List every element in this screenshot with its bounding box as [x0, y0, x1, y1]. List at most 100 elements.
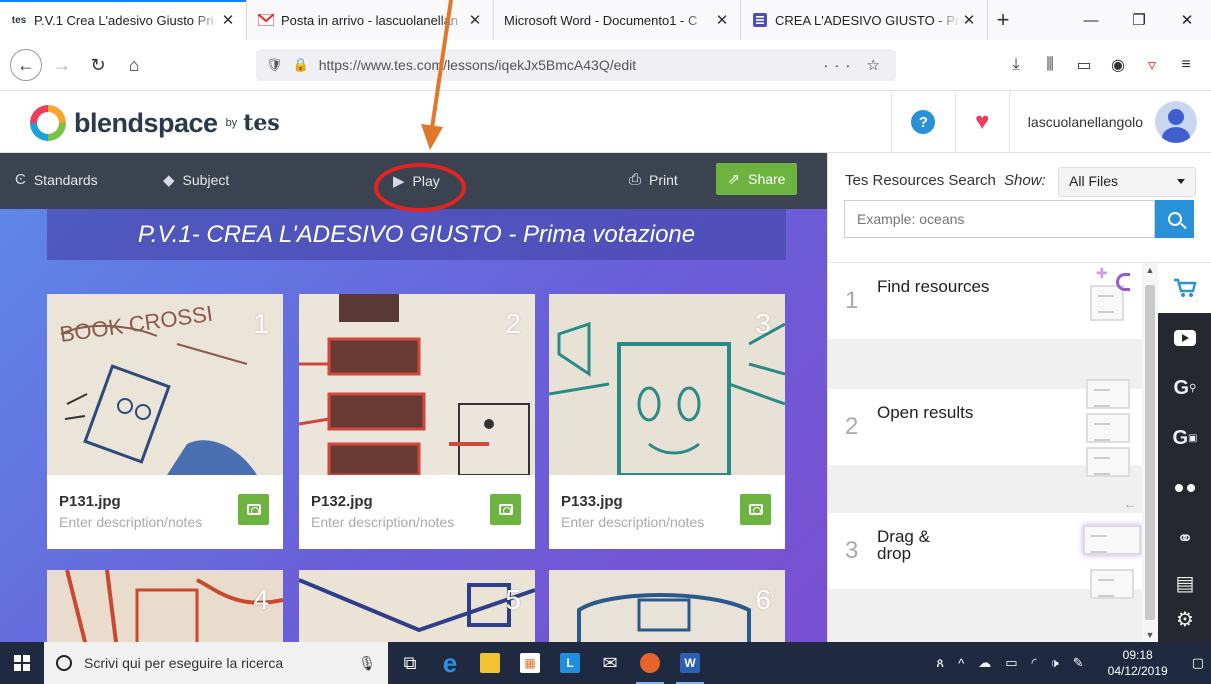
reload-icon[interactable]: ↻: [82, 49, 114, 81]
menu-icon[interactable]: ≡: [1169, 56, 1203, 74]
tile-description-input[interactable]: Enter description/notes: [59, 514, 202, 530]
camera-button[interactable]: [490, 494, 521, 525]
tes-favicon: tes: [11, 14, 27, 26]
page-actions-icon[interactable]: ··· ☆: [823, 56, 886, 74]
tab-word[interactable]: Microsoft Word - Documento1 - C ✕: [494, 0, 741, 40]
new-tab-icon[interactable]: +: [988, 0, 1018, 40]
minimize-icon[interactable]: —: [1067, 0, 1115, 40]
print-stack-icon[interactable]: ▤: [1158, 563, 1211, 603]
people-icon[interactable]: ጰ: [929, 655, 951, 671]
tile-card[interactable]: BOOK CROSSI 1 P131.jpg Enter description…: [47, 294, 283, 549]
file-explorer-icon[interactable]: [470, 642, 510, 684]
library-icon[interactable]: ⫼: [1033, 56, 1067, 74]
app-header: blendspace by tes ? ♥ lascuolanellangolo: [0, 91, 1211, 153]
link-icon[interactable]: ⚭: [1158, 513, 1211, 563]
scroll-up-icon[interactable]: ▲: [1142, 265, 1158, 275]
standards-button[interactable]: Ͼ Standards: [15, 171, 98, 188]
favorites-button[interactable]: ♥: [954, 91, 1009, 153]
tile-thumbnail[interactable]: [549, 294, 785, 475]
pocket-icon[interactable]: ▿: [1135, 55, 1169, 75]
forward-arrow-icon[interactable]: →: [46, 49, 78, 81]
header-actions: ? ♥ lascuolanellangolo: [890, 91, 1211, 153]
close-icon[interactable]: ✕: [220, 11, 236, 29]
result-card-icon: [1086, 379, 1130, 409]
help-button[interactable]: ?: [890, 91, 955, 153]
notifications-icon[interactable]: ▢: [1185, 655, 1211, 671]
firefox-icon[interactable]: [630, 642, 670, 684]
mail-icon[interactable]: ✉: [590, 642, 630, 684]
start-button[interactable]: [0, 642, 44, 684]
resources-search-input[interactable]: [844, 200, 1155, 238]
microphone-icon[interactable]: 🎙: [358, 655, 376, 672]
tab-gmail[interactable]: Posta in arrivo - lascuolanellan ✕: [247, 0, 494, 40]
tile-thumbnail[interactable]: BOOK CROSSI: [47, 294, 283, 475]
tile-card[interactable]: 5: [299, 570, 535, 642]
tile-filename: P132.jpg: [311, 493, 373, 510]
edge-icon[interactable]: e: [430, 642, 470, 684]
show-filter-select[interactable]: All Files: [1058, 167, 1196, 197]
sidebar-icon[interactable]: ▭: [1067, 55, 1101, 75]
subject-button[interactable]: ◆ Subject: [163, 171, 229, 189]
flickr-icon[interactable]: [1158, 463, 1211, 513]
print-button[interactable]: ⎙ Print: [629, 171, 678, 188]
lock-icon[interactable]: 🔒: [293, 57, 309, 73]
tab-blendspace[interactable]: tes P.V.1 Crea L'adesivo Giusto Pri ✕: [0, 0, 247, 40]
tab-lesson-list[interactable]: CREA L'ADESIVO GIUSTO - Pri ✕: [741, 0, 988, 40]
blendspace-logo[interactable]: blendspace by tes: [30, 105, 280, 141]
settings-icon[interactable]: ⚙: [1158, 599, 1211, 639]
taskbar-search[interactable]: Scrivi qui per eseguire la ricerca 🎙: [44, 642, 388, 684]
plus-icon: ✚: [1096, 265, 1108, 281]
close-window-icon[interactable]: ✕: [1163, 0, 1211, 40]
search-button[interactable]: [1155, 200, 1194, 238]
account-icon[interactable]: ◉: [1101, 55, 1135, 75]
tile-thumbnail[interactable]: [549, 570, 785, 642]
tile-thumbnail[interactable]: [299, 570, 535, 642]
close-icon[interactable]: ✕: [714, 11, 730, 29]
arrow-left-icon: ←: [1124, 497, 1136, 511]
resources-scrollbar[interactable]: ▲ ▼: [1142, 263, 1158, 642]
user-menu[interactable]: lascuolanellangolo: [1008, 91, 1211, 153]
tile-thumbnail[interactable]: [47, 570, 283, 642]
onedrive-icon[interactable]: ☁: [971, 655, 998, 671]
scroll-down-icon[interactable]: ▼: [1142, 630, 1158, 640]
youtube-icon[interactable]: [1158, 313, 1211, 363]
chevron-up-icon[interactable]: ^: [951, 656, 971, 671]
cart-icon[interactable]: [1158, 263, 1211, 313]
tile-card[interactable]: 4: [47, 570, 283, 642]
download-icon[interactable]: ⤓: [999, 56, 1033, 74]
clock[interactable]: 09:18 04/12/2019: [1091, 647, 1185, 679]
url-text[interactable]: https://www.tes.com/lessons/iqekJx5BmcA4…: [319, 57, 824, 73]
restore-icon[interactable]: ❐: [1115, 0, 1163, 40]
scrollbar-thumb[interactable]: [1145, 285, 1155, 620]
word-icon[interactable]: W: [670, 642, 710, 684]
back-arrow-icon[interactable]: ←: [10, 49, 42, 81]
google-search-icon[interactable]: G ⚲: [1158, 363, 1211, 413]
lesson-title[interactable]: P.V.1- CREA L'ADESIVO GIUSTO - Prima vot…: [47, 209, 786, 260]
l-app-icon[interactable]: L: [550, 642, 590, 684]
tile-card[interactable]: 3 P133.jpg Enter description/notes: [549, 294, 785, 549]
store-icon[interactable]: ▦: [510, 642, 550, 684]
google-image-icon[interactable]: G ▣: [1158, 413, 1211, 463]
address-bar[interactable]: 🛡 🔒 https://www.tes.com/lessons/iqekJx5B…: [256, 49, 896, 81]
close-icon[interactable]: ✕: [961, 11, 977, 29]
battery-icon[interactable]: ▭: [998, 655, 1024, 671]
wifi-icon[interactable]: ◜: [1024, 655, 1043, 671]
tile-card[interactable]: 6: [549, 570, 785, 642]
play-button[interactable]: ▶ Play: [393, 172, 440, 190]
tile-description-input[interactable]: Enter description/notes: [561, 514, 704, 530]
volume-icon[interactable]: 🕩: [1044, 655, 1066, 671]
tile-description-input[interactable]: Enter description/notes: [311, 514, 454, 530]
close-icon[interactable]: ✕: [467, 11, 483, 29]
pen-icon[interactable]: ✎: [1066, 655, 1091, 671]
camera-button[interactable]: [238, 494, 269, 525]
shield-icon[interactable]: 🛡: [266, 57, 283, 73]
tile-card[interactable]: 2 P132.jpg Enter description/notes: [299, 294, 535, 549]
lesson-canvas: P.V.1- CREA L'ADESIVO GIUSTO - Prima vot…: [0, 209, 827, 642]
task-view-icon[interactable]: ⧉: [390, 642, 430, 684]
logo-tes: tes: [243, 110, 280, 136]
home-icon[interactable]: ⌂: [118, 49, 150, 81]
tile-thumbnail[interactable]: [299, 294, 535, 475]
instruction-step: 2 Open results: [828, 379, 1146, 477]
share-button[interactable]: ⇗ Share: [716, 163, 797, 195]
camera-button[interactable]: [740, 494, 771, 525]
